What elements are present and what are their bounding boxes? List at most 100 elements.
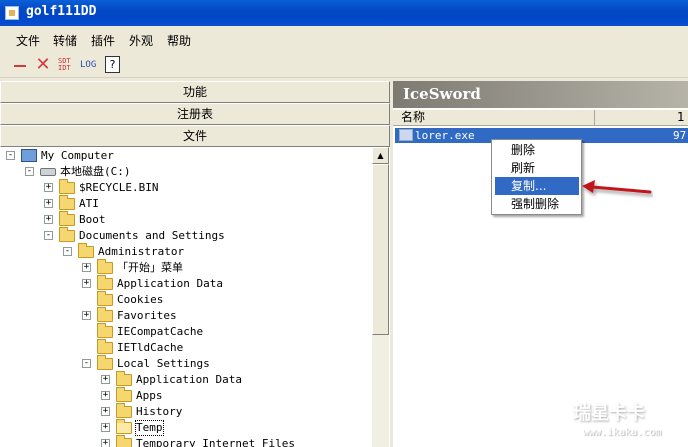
tab-registry[interactable]: 注册表	[0, 103, 390, 125]
tree-node[interactable]: IETldCache	[2, 339, 372, 356]
watermark-url: www.ikaka.com	[583, 427, 662, 438]
tree-node[interactable]: + Apps	[2, 387, 372, 404]
tree-node[interactable]: + Application Data	[2, 275, 372, 292]
menu-item-force-delete[interactable]: 强制删除	[495, 195, 579, 213]
menu-item-delete[interactable]: 删除	[495, 141, 579, 159]
window-title: golf111DD	[26, 4, 97, 19]
expand-icon[interactable]: +	[44, 199, 53, 208]
expand-icon[interactable]: +	[44, 183, 53, 192]
tree-node[interactable]: + Favorites	[2, 307, 372, 324]
close-icon[interactable]: ✕	[34, 56, 52, 74]
tree-node[interactable]: + ATI	[2, 195, 372, 212]
collapse-icon[interactable]: -	[6, 151, 15, 160]
tree-node-label: History	[136, 405, 183, 418]
scroll-up-icon[interactable]: ▲	[372, 147, 389, 164]
folder-icon	[97, 355, 113, 370]
menu-dump[interactable]: 转储	[53, 32, 77, 49]
tree-node[interactable]: + 「开始」菜单	[2, 259, 372, 276]
tree-node-label: Cookies	[117, 293, 164, 306]
menu-item-copy[interactable]: 复制...	[495, 177, 579, 195]
tree-node[interactable]: + Boot	[2, 211, 372, 228]
expand-icon[interactable]: +	[101, 439, 110, 447]
folder-icon	[116, 403, 132, 418]
expand-icon[interactable]: +	[101, 375, 110, 384]
menu-appearance[interactable]: 外观	[129, 32, 153, 49]
sdt-idt-button[interactable]: SDT IDT	[58, 56, 74, 74]
tree-node[interactable]: - Local Settings	[2, 355, 372, 372]
app-icon[interactable]	[5, 6, 19, 20]
tree-node[interactable]: - My Computer	[2, 148, 372, 164]
annotation-arrow-icon	[582, 180, 652, 194]
folder-icon	[97, 339, 113, 354]
tree-node-label: IETldCache	[117, 341, 184, 354]
tree-node[interactable]: Cookies	[2, 291, 372, 308]
tree-node-label: ATI	[79, 197, 99, 210]
tree-node[interactable]: - 本地磁盘(C:)	[2, 164, 372, 180]
expand-icon[interactable]: +	[82, 279, 91, 288]
menu-item-refresh[interactable]: 刷新	[495, 159, 579, 177]
folder-icon	[97, 291, 113, 306]
panel-header: IceSword	[393, 81, 688, 108]
folder-icon	[59, 195, 75, 210]
tree-node-label: Local Settings	[117, 357, 210, 370]
menu-file[interactable]: 文件	[16, 32, 40, 49]
collapse-icon[interactable]: -	[82, 359, 91, 368]
collapse-icon[interactable]: -	[63, 247, 72, 256]
folder-icon	[59, 179, 75, 194]
tree-node-label: 「开始」菜单	[117, 261, 183, 274]
tree-node[interactable]: + $RECYCLE.BIN	[2, 179, 372, 196]
column-name[interactable]: 名称	[393, 110, 595, 126]
file-name: lorer.exe	[415, 129, 475, 142]
folder-icon	[116, 419, 132, 434]
expand-icon[interactable]: +	[101, 391, 110, 400]
minus-icon[interactable]	[12, 56, 28, 74]
tab-files[interactable]: 文件	[0, 125, 390, 147]
tree-node[interactable]: - Documents and Settings	[2, 227, 372, 244]
menu-bar: 文件 转储 插件 外观 帮助	[0, 27, 688, 51]
drive-icon	[40, 168, 56, 176]
tree-node[interactable]: + History	[2, 403, 372, 420]
folder-icon	[97, 275, 113, 290]
tree-node-label: 本地磁盘(C:)	[60, 165, 131, 178]
tree-node-label: Apps	[136, 389, 163, 402]
tree-node[interactable]: + Application Data	[2, 371, 372, 388]
tree-node[interactable]: + Temp	[2, 419, 372, 436]
computer-icon	[21, 149, 37, 162]
collapse-icon[interactable]: -	[25, 167, 34, 176]
folder-icon	[116, 435, 132, 447]
folder-icon	[59, 211, 75, 226]
scroll-thumb[interactable]	[372, 164, 389, 335]
expand-icon[interactable]: +	[101, 407, 110, 416]
folder-icon	[59, 227, 75, 242]
file-size: 97	[673, 129, 687, 142]
folder-icon	[116, 387, 132, 402]
log-button[interactable]: LOG	[80, 56, 102, 74]
folder-icon	[116, 371, 132, 386]
collapse-icon[interactable]: -	[44, 231, 53, 240]
tree-node-label: Application Data	[117, 277, 223, 290]
expand-icon[interactable]: +	[44, 215, 53, 224]
tree-node-label: Temporary Internet Files	[136, 437, 295, 447]
watermark-text: 瑞星卡卡	[573, 403, 645, 424]
folder-icon	[97, 307, 113, 322]
tree-node[interactable]: - Administrator	[2, 243, 372, 260]
file-tree: - My Computer - 本地磁盘(C:) + $RECYCLE.BIN + ATI + B…	[2, 148, 372, 447]
help-icon[interactable]: ?	[105, 56, 120, 73]
expand-icon[interactable]: +	[82, 311, 91, 320]
title-bar[interactable]: golf111DD	[0, 0, 688, 26]
tab-functions[interactable]: 功能	[0, 81, 390, 103]
right-pane: IceSword 名称 1 lorer.exe 97	[393, 81, 688, 447]
tree-node-label: My Computer	[41, 149, 114, 162]
menu-plugins[interactable]: 插件	[91, 32, 115, 49]
expand-icon[interactable]: +	[82, 263, 91, 272]
menu-help[interactable]: 帮助	[167, 32, 191, 49]
tree-node-label: IECompatCache	[117, 325, 204, 338]
expand-icon[interactable]: +	[101, 423, 110, 432]
tree-node[interactable]: + Temporary Internet Files	[2, 435, 372, 447]
tree-scrollbar[interactable]: ▲	[372, 147, 389, 447]
tree-node-label: Boot	[79, 213, 106, 226]
folder-icon	[97, 259, 113, 274]
column-size[interactable]: 1	[597, 110, 688, 126]
tree-node[interactable]: IECompatCache	[2, 323, 372, 340]
exe-file-icon	[399, 129, 413, 141]
